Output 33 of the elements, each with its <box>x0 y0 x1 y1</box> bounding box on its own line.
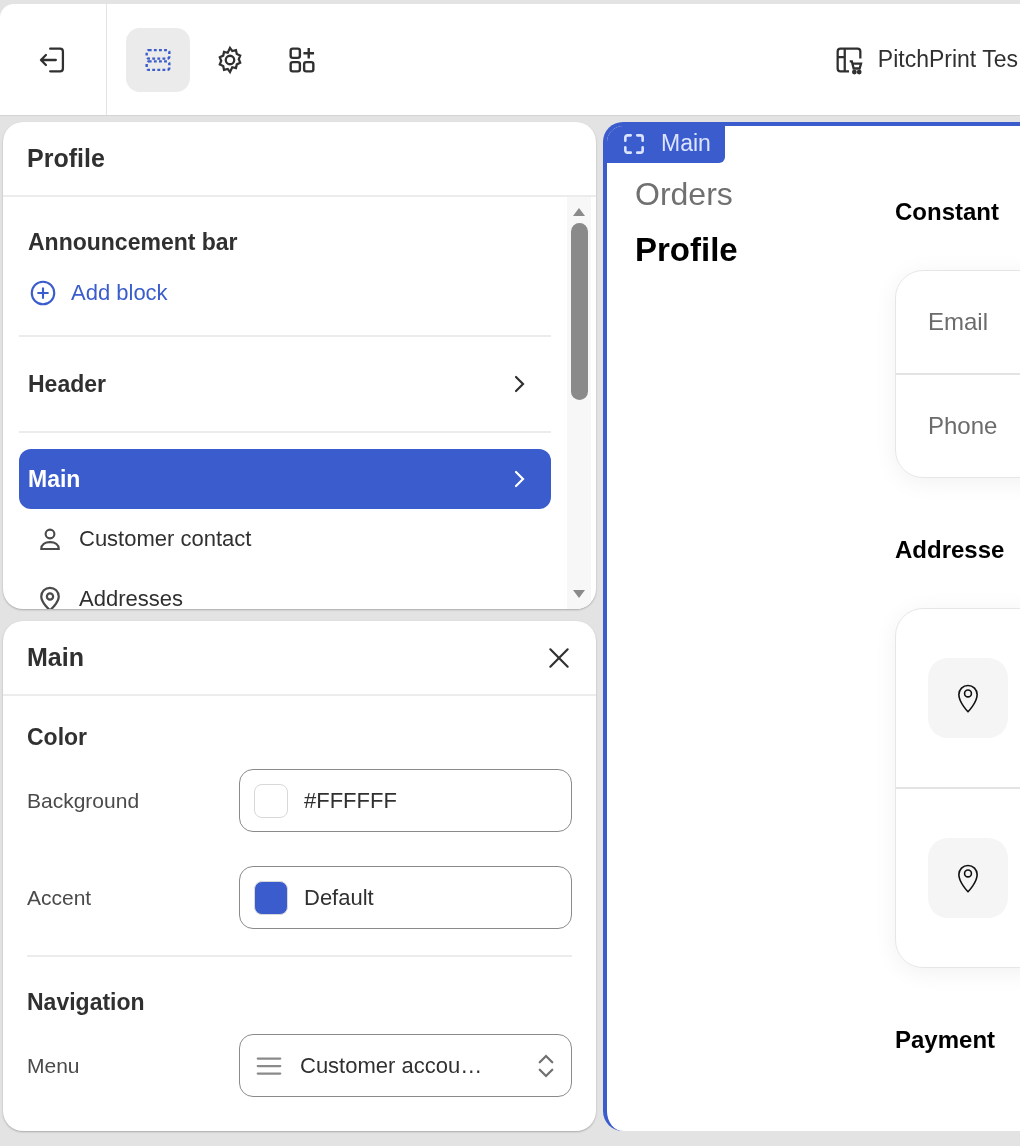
field-label: Accent <box>27 885 93 910</box>
section-title[interactable]: Announcement bar <box>19 214 551 268</box>
add-block-link[interactable]: Add block <box>19 268 551 318</box>
account-nav-link[interactable]: Orders <box>635 176 895 213</box>
color-field[interactable]: #FFFFFF <box>239 769 572 832</box>
section-heading: Constant <box>895 198 1000 226</box>
store-name: PitchPrint Tes <box>877 46 1018 73</box>
scrollbar[interactable] <box>567 197 591 609</box>
scroll-down-icon <box>572 589 586 599</box>
section-item[interactable]: Main <box>19 449 551 509</box>
color-swatch[interactable] <box>254 783 288 818</box>
section-heading: Payment <box>895 1026 997 1054</box>
color-field[interactable]: Default <box>239 866 572 929</box>
menu-select[interactable]: Customer accou… <box>239 1034 572 1097</box>
field-label: Email <box>928 308 988 336</box>
settings-heading: Color <box>27 724 89 751</box>
plus-circle-icon <box>28 278 58 308</box>
panel-title: Profile <box>27 144 105 173</box>
section-heading: Addresse <box>895 536 1006 564</box>
section-tag-label: Main <box>661 130 711 157</box>
panel-title: Main <box>27 643 84 672</box>
scroll-thumb[interactable] <box>570 223 588 400</box>
field-label: Phone <box>928 412 998 440</box>
settings-heading: Navigation <box>27 989 146 1016</box>
block-item[interactable]: Addresses <box>19 569 551 609</box>
field-label: Background <box>27 788 141 813</box>
block-item[interactable]: Customer contact <box>19 509 551 569</box>
color-swatch[interactable] <box>254 880 288 915</box>
scroll-up-icon <box>572 207 586 217</box>
section-item[interactable]: Header <box>19 354 551 414</box>
account-nav-link[interactable]: Profile <box>635 231 895 269</box>
sections-button[interactable] <box>126 27 190 92</box>
field-label: Menu <box>27 1053 81 1078</box>
